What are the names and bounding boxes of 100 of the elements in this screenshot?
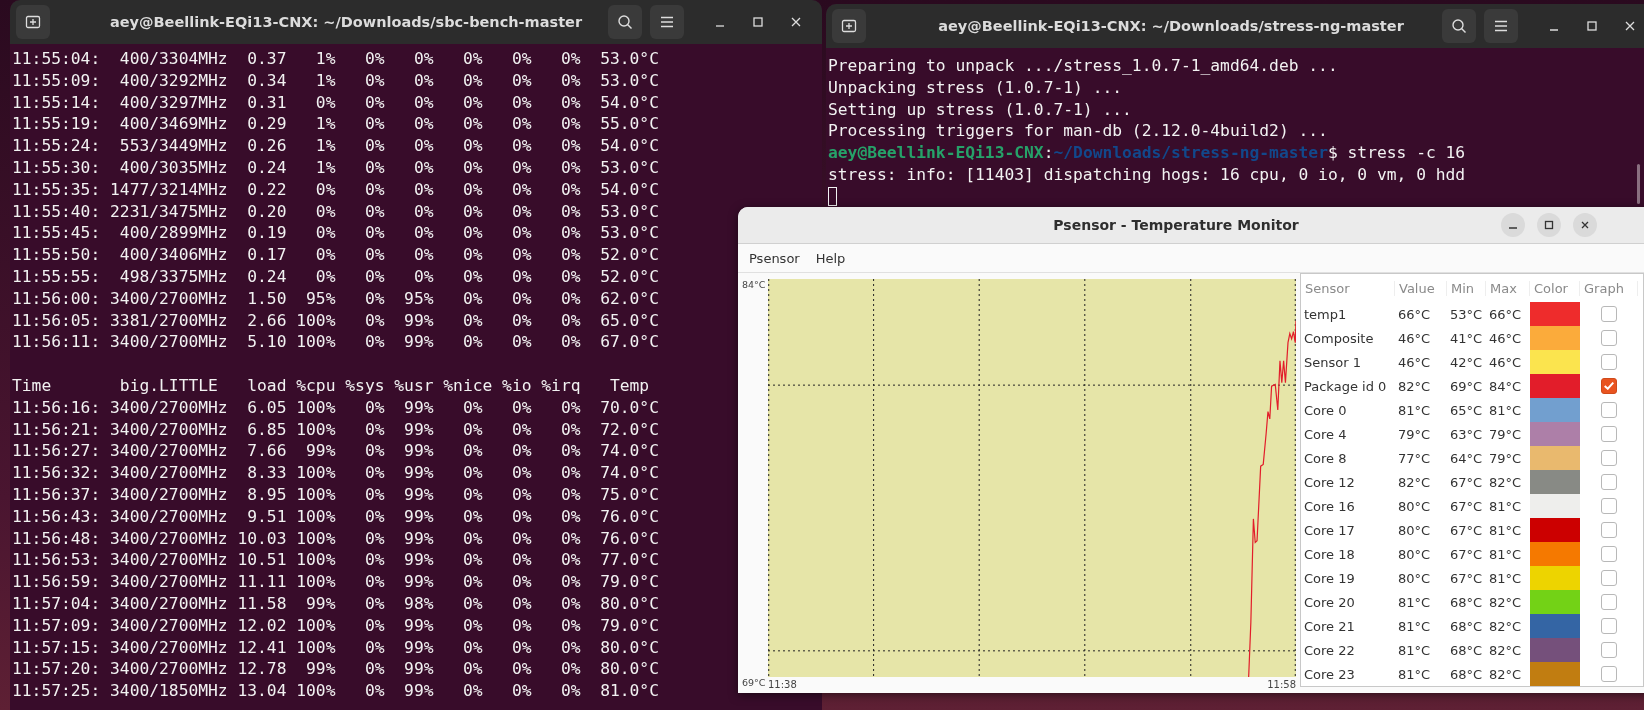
table-cell-text: 68°C	[1449, 594, 1484, 610]
checkbox[interactable]	[1601, 450, 1617, 466]
color-swatch[interactable]	[1530, 446, 1580, 470]
prompt-line: aey@Beellink-EQi13-CNX:~/Downloads/stress-ng-master$ stress -c 16	[828, 142, 1466, 164]
checkbox[interactable]	[1601, 330, 1617, 346]
color-swatch[interactable]	[1530, 662, 1580, 686]
terminal-line: 11:55:04: 400/3304MHz 0.37 1% 0% 0% 0% 0% 0% 53.0°C	[12, 48, 659, 70]
menu-button[interactable]	[650, 5, 684, 39]
color-swatch[interactable]	[1530, 398, 1580, 422]
checkbox[interactable]	[1601, 402, 1617, 418]
checkbox[interactable]	[1601, 666, 1617, 682]
table-cell-text: 66°C	[1397, 306, 1432, 322]
table-cell-text: 46°C	[1397, 330, 1432, 346]
checkbox[interactable]	[1601, 426, 1617, 442]
table-cell-text: 81°C	[1488, 498, 1523, 514]
maximize-button[interactable]	[1537, 213, 1561, 237]
checkbox[interactable]	[1601, 546, 1617, 562]
table-cell-text: Core 20	[1303, 594, 1356, 610]
color-swatch[interactable]	[1530, 422, 1580, 446]
window-title: aey@Beellink-EQi13-CNX: ~/Downloads/sbc-bench-master	[108, 14, 584, 30]
color-swatch[interactable]	[1530, 374, 1580, 398]
table-cell-text: Composite	[1303, 330, 1375, 346]
terminal-line: 11:56:16: 3400/2700MHz 6.05 100% 0% 99% 0% 0% 0% 70.0°C	[12, 396, 659, 419]
color-swatch[interactable]	[1530, 518, 1580, 542]
new-tab-button[interactable]	[16, 5, 50, 39]
terminal-line: stress: info: [11403] dispatching hogs: 16 cpu, 0 io, 0 vm, 0 hdd	[828, 164, 1466, 186]
table-cell-text: Core 21	[1303, 618, 1356, 634]
maximize-icon[interactable]	[752, 16, 764, 28]
checkbox[interactable]	[1601, 642, 1617, 658]
table-cell-text: 82°C	[1397, 378, 1432, 394]
maximize-icon[interactable]	[1586, 20, 1598, 32]
search-icon	[617, 14, 633, 30]
checkbox[interactable]	[1601, 498, 1617, 514]
checkmark-icon	[1604, 382, 1614, 390]
checkbox[interactable]	[1601, 594, 1617, 610]
new-tab-button[interactable]	[832, 9, 866, 43]
table-cell-text: 68°C	[1449, 666, 1484, 682]
color-swatch[interactable]	[1530, 326, 1580, 350]
search-button[interactable]	[608, 5, 642, 39]
table-cell-text: 63°C	[1449, 426, 1484, 442]
table-cell-text: 46°C	[1397, 354, 1432, 370]
terminal-line: 11:56:05: 3381/2700MHz 2.66 100% 0% 99% 0% 0% 0% 65.0°C	[12, 309, 659, 332]
terminal-line: 11:56:59: 3400/2700MHz 11.11 100% 0% 99% 0% 0% 0% 79.0°C	[12, 571, 659, 593]
close-icon[interactable]	[1624, 20, 1636, 32]
color-swatch[interactable]	[1530, 494, 1580, 518]
table-cell-text: 53°C	[1449, 306, 1484, 322]
table-cell-text: 82°C	[1488, 618, 1523, 634]
checkbox[interactable]	[1601, 570, 1617, 586]
table-cell-text: 81°C	[1488, 402, 1523, 418]
table-cell-text: Core 18	[1303, 546, 1356, 562]
table-cell-text: Core 19	[1303, 570, 1356, 586]
table-cell-text: 67°C	[1449, 498, 1484, 514]
table-cell-text: 81°C	[1488, 522, 1523, 538]
axis-label: 11:38	[768, 679, 797, 692]
column-header[interactable]: Max	[1486, 280, 1530, 296]
color-swatch[interactable]	[1530, 302, 1580, 326]
color-swatch[interactable]	[1530, 350, 1580, 374]
terminal-line: Processing triggers for man-db (2.12.0-4build2) ...	[828, 120, 1328, 143]
checkbox[interactable]	[1601, 378, 1617, 394]
column-header[interactable]: Value	[1395, 280, 1447, 296]
table-cell-text: 81°C	[1397, 402, 1432, 418]
terminal-line: 11:55:35: 1477/3214MHz 0.22 0% 0% 0% 0% 0% 0% 54.0°C	[12, 178, 659, 201]
table-cell-text: 79°C	[1397, 426, 1432, 442]
table-cell-text: 84°C	[1488, 378, 1523, 394]
table-cell-text: 82°C	[1488, 642, 1523, 658]
checkbox[interactable]	[1601, 522, 1617, 538]
color-swatch[interactable]	[1530, 470, 1580, 494]
terminal-line: 11:55:55: 498/3375MHz 0.24 0% 0% 0% 0% 0% 0% 52.0°C	[12, 265, 659, 288]
menu-item[interactable]: Psensor	[742, 248, 807, 268]
close-button[interactable]	[1573, 213, 1597, 237]
terminal-line: 11:55:14: 400/3297MHz 0.31 0% 0% 0% 0% 0% 0% 54.0°C	[12, 91, 659, 114]
menu-button[interactable]	[1484, 9, 1518, 43]
color-swatch[interactable]	[1530, 638, 1580, 662]
checkbox[interactable]	[1601, 354, 1617, 370]
column-header[interactable]: Color	[1530, 280, 1580, 296]
column-header[interactable]: Graph	[1580, 280, 1638, 296]
checkbox[interactable]	[1601, 306, 1617, 322]
checkbox[interactable]	[1601, 474, 1617, 490]
column-header[interactable]: Min	[1447, 280, 1486, 296]
close-icon[interactable]	[790, 16, 802, 28]
table-cell-text: 46°C	[1488, 354, 1523, 370]
scrollbar[interactable]	[1637, 164, 1640, 204]
terminal-line: 11:57:09: 3400/2700MHz 12.02 100% 0% 99% 0% 0% 0% 79.0°C	[12, 614, 659, 637]
menu-icon	[1493, 18, 1509, 34]
terminal-line: Setting up stress (1.0.7-1) ...	[828, 98, 1132, 121]
minimize-button[interactable]	[1501, 213, 1525, 237]
terminal-line: 11:56:11: 3400/2700MHz 5.10 100% 0% 99% 0% 0% 0% 67.0°C	[12, 331, 659, 354]
search-button[interactable]	[1442, 9, 1476, 43]
checkbox[interactable]	[1601, 618, 1617, 634]
color-swatch[interactable]	[1530, 614, 1580, 638]
terminal-line: 11:55:09: 400/3292MHz 0.34 1% 0% 0% 0% 0% 0% 53.0°C	[12, 69, 659, 92]
column-header[interactable]: Sensor	[1301, 280, 1395, 296]
table-cell-text: Sensor 1	[1303, 354, 1362, 370]
table-cell-text: 67°C	[1449, 522, 1484, 538]
color-swatch[interactable]	[1530, 542, 1580, 566]
menu-item[interactable]: Help	[808, 248, 853, 268]
color-swatch[interactable]	[1530, 590, 1580, 614]
column-header-line: Time big.LITTLE load %cpu %sys %usr %nice %io %irq Temp	[12, 374, 650, 397]
table-cell-text: 79°C	[1488, 450, 1523, 466]
color-swatch[interactable]	[1530, 566, 1580, 590]
